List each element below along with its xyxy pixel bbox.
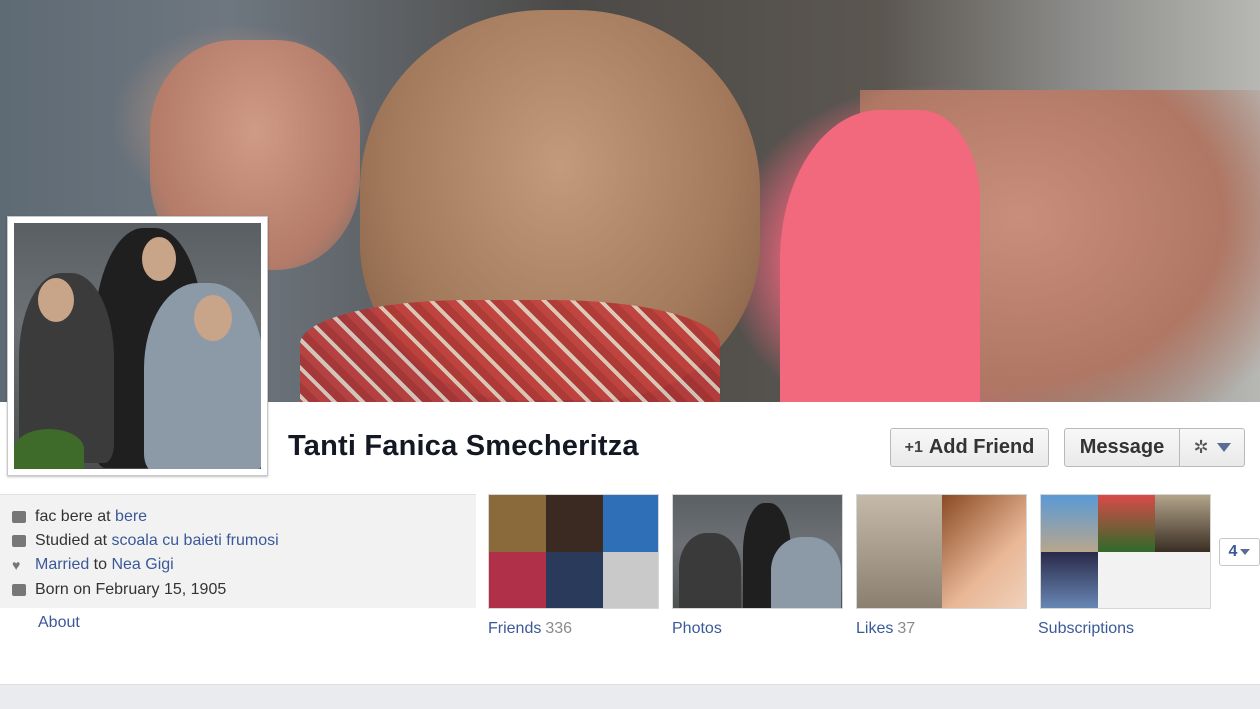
subscription-photo — [1155, 495, 1210, 552]
profile-face — [38, 278, 74, 322]
friend-photo — [489, 552, 546, 608]
likes-thumbnail[interactable] — [856, 494, 1027, 609]
friend-photo — [489, 495, 546, 552]
subscription-photo — [1098, 495, 1155, 552]
likes-link[interactable]: Likes 37 — [856, 620, 915, 638]
briefcase-icon — [12, 511, 26, 523]
subscription-photo — [1041, 495, 1098, 552]
study-link[interactable]: scoala cu baieti frumosi — [112, 532, 279, 550]
born-text: Born on February 15, 1905 — [35, 581, 227, 598]
friends-link[interactable]: Friends 336 — [488, 620, 572, 638]
relationship-link[interactable]: Married — [35, 556, 89, 574]
photos-label: Photos — [672, 620, 722, 637]
likes-label: Likes — [856, 620, 894, 637]
add-friend-icon: +1 — [904, 438, 923, 456]
friend-photo — [546, 495, 603, 552]
subscription-photo — [1041, 552, 1098, 608]
work-link[interactable]: bere — [115, 508, 147, 526]
subscriptions-label: Subscriptions — [1038, 620, 1135, 637]
chevron-down-icon — [1240, 549, 1251, 555]
subscriptions-link[interactable]: Subscriptions — [1038, 620, 1134, 638]
relationship-row: ♥ Married to Nea Gigi — [12, 554, 174, 576]
friend-photo — [603, 495, 658, 552]
profile-info-box: fac bere at bere Studied at scoala cu ba… — [0, 494, 476, 608]
cover-scarf — [300, 300, 720, 402]
message-label: Message — [1079, 436, 1165, 458]
profile-picture[interactable] — [7, 216, 268, 476]
study-prefix: Studied at — [35, 532, 112, 549]
like-photo — [857, 495, 942, 608]
profile-picture-image — [14, 223, 261, 469]
heart-icon: ♥ — [12, 557, 21, 573]
cover-pink-top — [780, 110, 980, 402]
subscriptions-thumbnail[interactable] — [1040, 494, 1211, 609]
photos-thumbnail[interactable] — [672, 494, 843, 609]
more-count: 4 — [1228, 543, 1238, 560]
profile-face — [142, 237, 176, 281]
relationship-suffix: to — [89, 556, 112, 573]
photo-figure — [679, 533, 741, 608]
more-sections-button[interactable]: 4 — [1219, 538, 1260, 566]
friend-photo — [546, 552, 603, 608]
gear-icon: ✲ — [1193, 437, 1209, 457]
calendar-icon — [12, 584, 26, 596]
work-prefix: fac bere at — [35, 508, 116, 525]
profile-name[interactable]: Tanti Fanica Smecheritza — [288, 430, 639, 463]
add-friend-button[interactable]: +1 Add Friend — [890, 428, 1049, 467]
education-row: Studied at scoala cu baieti frumosi — [12, 530, 279, 552]
timeline-strip — [0, 684, 1260, 709]
graduation-cap-icon — [12, 535, 26, 547]
like-photo — [942, 495, 1026, 608]
profile-plant — [14, 429, 84, 469]
birthday-row: Born on February 15, 1905 — [12, 579, 226, 601]
chevron-down-icon — [1216, 443, 1231, 452]
likes-count: 37 — [897, 620, 916, 637]
friend-photo — [603, 552, 658, 608]
photo-figure — [771, 537, 841, 608]
profile-face — [194, 295, 232, 341]
add-friend-label: Add Friend — [928, 436, 1035, 458]
settings-dropdown-button[interactable]: ✲ — [1179, 428, 1245, 467]
friends-label: Friends — [488, 620, 542, 637]
message-button[interactable]: Message — [1064, 428, 1180, 467]
friends-thumbnail[interactable] — [488, 494, 659, 609]
work-row: fac bere at bere — [12, 506, 147, 528]
friends-count: 336 — [545, 620, 573, 637]
about-link[interactable]: About — [38, 614, 80, 632]
photos-link[interactable]: Photos — [672, 620, 722, 638]
partner-link[interactable]: Nea Gigi — [111, 556, 173, 574]
